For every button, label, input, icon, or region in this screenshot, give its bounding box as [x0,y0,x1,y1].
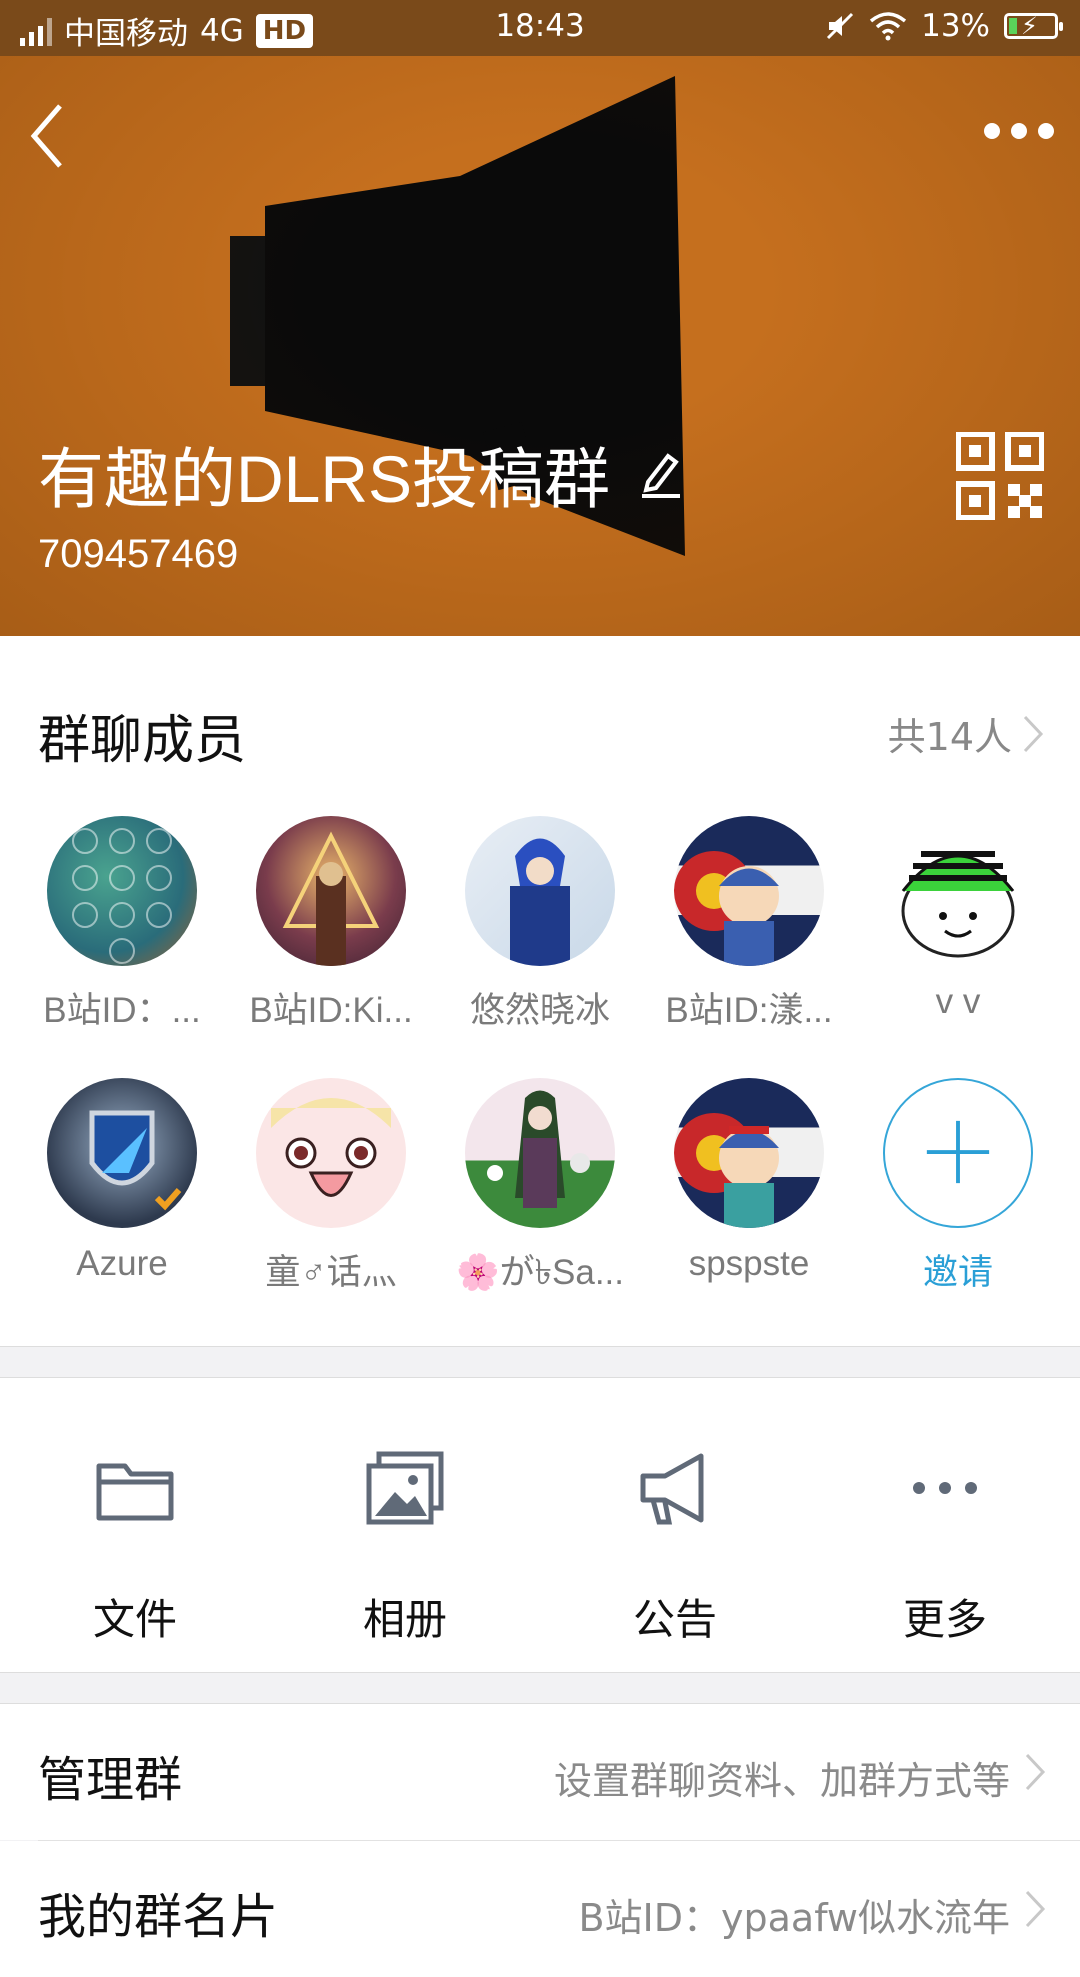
member-name: B站ID：... [43,991,201,1030]
status-bar: 中国移动 4G HD 18:43 13% ⚡ [0,0,1080,56]
battery-percent: 13% [921,8,990,44]
member-item[interactable]: 悠然晓冰 [440,816,640,1033]
tool-label: 相册 [362,1595,447,1644]
row-label: 管理群 [38,1752,183,1808]
avatar [465,1078,615,1228]
tool-label: 文件 [92,1595,177,1644]
avatar [674,1078,824,1228]
member-name: spspste [688,1244,810,1283]
avatar [47,1078,197,1228]
member-item[interactable]: spspste [649,1078,849,1284]
member-name: 童♂话灬 [265,1253,397,1292]
member-name: B站ID:漾... [665,991,833,1030]
chevron-right-icon [1025,1753,1046,1791]
edit-icon[interactable] [638,450,682,498]
wifi-icon [869,12,907,41]
tool-label: 公告 [632,1595,717,1644]
members-heading: 群聊成员 [38,711,247,771]
my-group-card-row[interactable]: 我的群名片 B站ID：ypaafw似水流年 [0,1841,1080,1977]
section-divider [0,1672,1080,1704]
section-divider [0,1346,1080,1378]
avatar [674,816,824,966]
members-section: 群聊成员 共14人 B站ID：... B站ID:Ki... 悠然晓冰 B站ID:… [0,636,1080,1346]
row-label: 我的群名片 [38,1889,279,1945]
member-name: 🌸が৳Sa... [456,1253,624,1292]
group-header: 有趣的DLRS投稿群 709457469 [0,56,1080,636]
invite-label: 邀请 [922,1253,993,1292]
tool-label: 更多 [902,1595,987,1644]
member-name: 悠然晓冰 [469,991,610,1030]
megaphone-icon [640,1453,704,1525]
group-name[interactable]: 有趣的DLRS投稿群 [38,426,682,522]
avatar [256,816,406,966]
announcement-button[interactable]: 公告 [540,1378,810,1672]
back-icon[interactable] [22,96,82,176]
more-dots-icon [913,1482,977,1494]
chevron-right-icon [1023,715,1044,752]
manage-group-row[interactable]: 管理群 设置群聊资料、加群方式等 [0,1704,1080,1840]
member-item[interactable]: B站ID：... [22,816,222,1033]
member-item[interactable]: Azure [22,1078,222,1284]
avatar [883,816,1033,966]
member-name: Azure [76,1244,168,1283]
more-options-icon[interactable] [982,116,1056,146]
battery-icon: ⚡ [1004,12,1063,40]
row-value: 设置群聊资料、加群方式等 [553,1759,1010,1803]
photo-album-icon [366,1451,444,1525]
member-item[interactable]: B站ID:Ki... [231,816,431,1033]
invite-button[interactable]: 邀请 [858,1078,1058,1295]
group-number: 709457469 [38,532,239,576]
more-button[interactable]: 更多 [810,1378,1080,1672]
files-button[interactable]: 文件 [0,1378,270,1672]
tools-row: 文件 相册 公告 更多 [0,1378,1080,1672]
qr-code-icon[interactable] [956,432,1044,520]
member-item[interactable]: 童♂话灬 [231,1078,431,1295]
member-item[interactable]: v v [858,816,1058,1022]
avatar [256,1078,406,1228]
member-name: v v [935,982,981,1021]
member-count-link[interactable]: 共14人 [888,706,1044,761]
mute-icon [827,12,854,40]
member-name: B站ID:Ki... [249,991,413,1030]
album-button[interactable]: 相册 [270,1378,540,1672]
member-item[interactable]: B站ID:漾... [649,816,849,1033]
folder-icon [96,1463,174,1521]
avatar [47,816,197,966]
row-value: B站ID：ypaafw似水流年 [578,1896,1010,1940]
group-name-text: 有趣的DLRS投稿群 [38,442,611,516]
add-icon [883,1078,1033,1228]
member-count: 共14人 [887,715,1012,759]
chevron-right-icon [1025,1890,1046,1928]
avatar [465,816,615,966]
member-item[interactable]: 🌸が৳Sa... [440,1078,640,1304]
